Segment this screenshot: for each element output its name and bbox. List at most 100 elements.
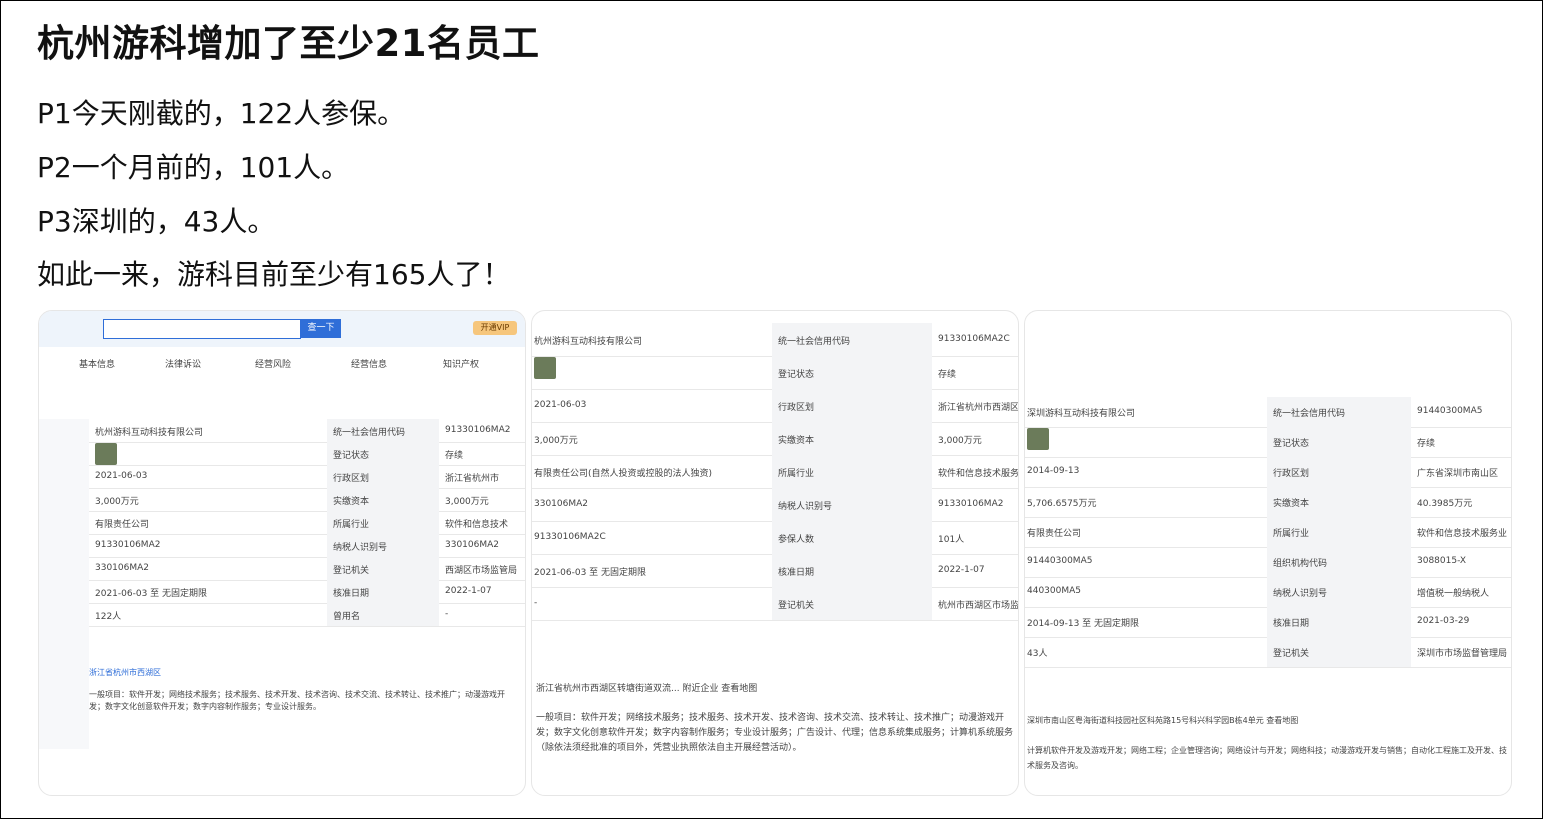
person-avatar — [534, 357, 556, 379]
thumb1-row-divider — [89, 626, 525, 627]
thumb3-address: 深圳市南山区粤海街道科技园社区科苑路15号科兴科学园B栋4单元 查看地图 — [1027, 716, 1299, 725]
thumb3-cell: 2014-09-13 — [1027, 466, 1080, 476]
post-frame: 杭州游科增加了至少21名员工 P1今天刚截的，122人参保。 P2一个月前的，1… — [0, 0, 1543, 819]
image-thumbnail-3[interactable]: 深圳游科互动科技有限公司统一社会信用代码91440300MA5冯骥登记状态存续2… — [1024, 310, 1512, 796]
thumb2-cell: - — [534, 597, 538, 608]
thumb1-cell: 3,000万元 — [95, 496, 139, 507]
thumb2-cell: 91330106MA2C — [938, 333, 1010, 344]
thumb1-cell: 西湖区市场监管局 — [445, 565, 518, 576]
thumb1-cell: 纳税人识别号 — [333, 542, 388, 553]
thumb1-cell: 122人 — [95, 611, 122, 622]
thumb2-cell: 有限责任公司(自然人投资或控股的法人独资) — [534, 468, 713, 479]
thumb1-cell: 3,000万元 — [445, 496, 489, 507]
thumb2-cell: 91330106MA2C — [534, 531, 606, 542]
post-line-1: P1今天刚截的，122人参保。 — [37, 97, 406, 130]
thumb1-nav-tab: 基本信息 — [79, 360, 116, 370]
thumb1-row-divider — [89, 488, 525, 489]
person-avatar — [1027, 428, 1049, 450]
thumb2-row-divider — [532, 620, 1018, 621]
thumb1-cell: 杭州游科互动科技有限公司 — [95, 427, 204, 438]
thumb1-cell: 2021-06-03 至 无固定期限 — [95, 588, 208, 599]
thumb3-cell: 增值税一般纳税人 — [1417, 589, 1490, 599]
thumb3-cell: 软件和信息技术服务业 — [1417, 529, 1508, 539]
thumb3-cell: 登记机关 — [1273, 649, 1310, 659]
thumb1-cell: 330106MA2 — [445, 539, 500, 550]
thumb1-row-divider — [89, 511, 525, 512]
thumb3-cell: 91440300MA5 — [1027, 556, 1093, 566]
thumb3-cell: 统一社会信用代码 — [1273, 409, 1346, 419]
thumb2-cell: 实缴资本 — [778, 435, 815, 446]
thumb3-cell: 登记状态 — [1273, 439, 1310, 449]
thumb3-cell: 存续 — [1417, 439, 1436, 449]
thumb2-cell: 登记状态 — [778, 369, 815, 380]
thumb3-cell: 2021-03-29 — [1417, 616, 1470, 626]
thumb2-cell: 核准日期 — [778, 567, 815, 578]
thumb1-cell: 91330106MA2 — [445, 424, 511, 435]
thumb3-cell: 行政区划 — [1273, 469, 1310, 479]
thumb1-nav-tab: 经营信息 — [351, 360, 388, 370]
thumb1-cell: - — [445, 608, 449, 619]
thumb2-cell: 91330106MA2 — [938, 498, 1004, 509]
thumb3-cell: 深圳游科互动科技有限公司 — [1027, 409, 1136, 419]
thumb1-row-divider — [89, 557, 525, 558]
person-avatar — [95, 443, 117, 465]
thumb1-cell: 有限责任公司 — [95, 519, 150, 530]
thumb1-cell: 实缴资本 — [333, 496, 370, 507]
thumb3-cell: 43人 — [1027, 649, 1048, 659]
thumb1-cell: 所属行业 — [333, 519, 370, 530]
thumb3-cell: 深圳市市场监督管理局 — [1417, 649, 1508, 659]
thumb3-cell: 纳税人识别号 — [1273, 589, 1328, 599]
thumb1-address: 浙江省杭州市西湖区 — [89, 668, 161, 677]
thumb2-cell: 所属行业 — [778, 468, 815, 479]
thumb2-scope: 一般项目：软件开发；网络技术服务；技术服务、技术开发、技术咨询、技术交流、技术转… — [536, 713, 1014, 753]
thumb1-cell: 91330106MA2 — [95, 539, 161, 550]
thumb2-cell: 软件和信息技术服务业 — [938, 468, 1019, 479]
thumb3-cell: 2014-09-13 至 无固定期限 — [1027, 619, 1140, 629]
thumb2-cell: 101人 — [938, 534, 965, 545]
thumb1-cell: 曾用名 — [333, 611, 361, 622]
thumb1-cell: 2021-06-03 — [95, 470, 148, 481]
thumb2-cell: 3,000万元 — [938, 435, 982, 446]
thumb3-cell: 3088015-X — [1417, 556, 1467, 566]
thumb2-cell: 杭州游科互动科技有限公司 — [534, 336, 643, 347]
thumb2-cell: 2021-06-03 至 无固定期限 — [534, 567, 647, 578]
thumb2-cell: 登记机关 — [778, 600, 815, 611]
thumb1-cell: 行政区划 — [333, 473, 370, 484]
thumb3-cell: 440300MA5 — [1027, 586, 1082, 596]
thumb2-cell: 3,000万元 — [534, 435, 578, 446]
thumb2-cell: 浙江省杭州市西湖区 — [938, 402, 1019, 413]
post-line-3: P3深圳的，43人。 — [37, 205, 276, 238]
thumb1-nav-tab: 经营风险 — [255, 360, 292, 370]
thumb2-cell: 2022-1-07 — [938, 564, 985, 575]
thumb2-cell: 行政区划 — [778, 402, 815, 413]
thumb3-scope: 计算机软件开发及游戏开发；网络工程；企业管理咨询；网络设计与开发；网络科技；动漫… — [1027, 746, 1507, 770]
thumb2-cell: 存续 — [938, 369, 957, 380]
thumb1-row-divider — [89, 580, 525, 581]
image-thumbnail-2[interactable]: 杭州游科互动科技有限公司统一社会信用代码91330106MA2C冯骥登记状态存续… — [531, 310, 1019, 796]
thumb1-cell: 核准日期 — [333, 588, 370, 599]
thumb3-cell: 所属行业 — [1273, 529, 1310, 539]
thumb2-address: 浙江省杭州市西湖区转塘街道双流... 附近企业 查看地图 — [536, 684, 758, 694]
thumb2-cell: 2021-06-03 — [534, 399, 587, 410]
thumb1-search-button: 查一下 — [301, 319, 341, 338]
thumb3-cell: 91440300MA5 — [1417, 406, 1483, 416]
thumb3-cell: 广东省深圳市南山区 — [1417, 469, 1499, 479]
thumb1-row-divider — [89, 442, 525, 443]
thumb2-cell: 统一社会信用代码 — [778, 336, 851, 347]
image-thumbnail-1[interactable]: 查一下 开通VIP 基本信息 法律诉讼 经营风险 经营信息 知识产权 杭州游科互动科技有… — [38, 310, 526, 796]
post-title: 杭州游科增加了至少21名员工 — [37, 22, 540, 65]
thumb1-row-divider — [89, 534, 525, 535]
thumb3-cell: 组织机构代码 — [1273, 559, 1328, 569]
thumb3-cell: 有限责任公司 — [1027, 529, 1082, 539]
thumb1-row-divider — [89, 465, 525, 466]
thumb2-cell: 杭州市西湖区市场监督管理局 — [938, 600, 1019, 611]
thumb1-nav-tab: 法律诉讼 — [165, 360, 202, 370]
thumb1-cell: 存续 — [445, 450, 464, 461]
thumb3-cell: 40.3985万元 — [1417, 499, 1473, 509]
thumb1-scope: 一般项目：软件开发；网络技术服务；技术服务、技术开发、技术咨询、技术交流、技术转… — [89, 690, 505, 711]
thumb1-sidebar — [39, 419, 89, 749]
thumb3-row-divider — [1025, 667, 1511, 668]
thumb3-cell: 5,706.6575万元 — [1027, 499, 1097, 509]
thumb1-cell: 2022-1-07 — [445, 585, 492, 596]
thumb1-row-divider — [89, 603, 525, 604]
